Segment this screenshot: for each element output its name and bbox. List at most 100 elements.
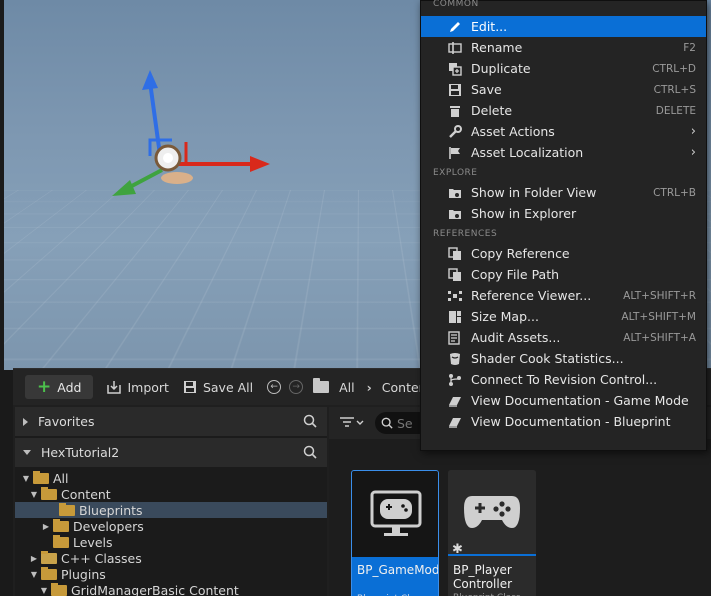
expanded-arrow-icon[interactable]: ▼: [29, 570, 39, 579]
menu-item-size-map[interactable]: Size Map... ALT+SHIFT+M: [421, 306, 706, 327]
menu-item-label: Connect To Revision Control...: [471, 372, 658, 387]
asset-name: BP_GameMode: [357, 563, 439, 577]
folder-icon: [51, 582, 67, 596]
expanded-arrow-icon[interactable]: ▼: [39, 586, 49, 595]
gizmo-y-arrowhead[interactable]: [112, 180, 136, 196]
player-controller-icon: [464, 496, 520, 528]
menu-item-shortcut: F2: [683, 41, 696, 54]
cpp-folder-icon: [41, 550, 57, 564]
asset-tile-bp-player-controller[interactable]: ✱ BP_Player Controller Blueprint Class: [448, 470, 536, 596]
menu-item-view-documentation-blueprint[interactable]: View Documentation - Blueprint: [421, 411, 706, 432]
tree-item-label: C++ Classes: [61, 550, 142, 566]
add-button-label: Add: [57, 379, 82, 395]
menu-item-show-in-explorer[interactable]: Show in Explorer: [421, 203, 706, 224]
menu-item-show-in-folder-view[interactable]: Show in Folder View CTRL+B: [421, 182, 706, 203]
menu-item-shortcut: CTRL+B: [653, 186, 696, 199]
collapsed-arrow-icon[interactable]: ▶: [41, 522, 51, 531]
tree-item-label: Developers: [73, 518, 144, 534]
expand-arrow-icon[interactable]: [23, 417, 28, 426]
tree-item-cpp-classes[interactable]: ▶ C++ Classes: [15, 550, 327, 566]
filter-icon[interactable]: [339, 416, 365, 430]
add-button[interactable]: + Add: [25, 375, 94, 399]
project-section-header[interactable]: HexTutorial2: [15, 438, 327, 467]
asset-name-line1: BP_Player: [453, 563, 512, 577]
menu-section-header-references: REFERENCES: [433, 229, 498, 239]
asset-context-menu: COMMON Edit... Rename F2 Duplicate CTRL+…: [420, 0, 707, 451]
menu-item-rename[interactable]: Rename F2: [421, 37, 706, 58]
menu-item-asset-actions[interactable]: Asset Actions ›: [421, 121, 706, 142]
gizmo-z-arrowhead[interactable]: [142, 70, 158, 90]
tree-item-label: GridManagerBasic Content: [71, 582, 239, 596]
breadcrumb-chevron-icon[interactable]: ›: [367, 380, 372, 395]
forward-button[interactable]: →: [289, 380, 304, 394]
folder-icon: [59, 502, 75, 516]
menu-item-duplicate[interactable]: Duplicate CTRL+D: [421, 58, 706, 79]
revision-control-icon: [447, 373, 463, 387]
menu-item-label: Copy Reference: [471, 246, 570, 261]
tree-item-all[interactable]: ▼ All: [15, 470, 327, 486]
pencil-icon: [447, 20, 463, 34]
tree-item-label: Plugins: [61, 566, 106, 582]
expanded-arrow-icon[interactable]: ▼: [29, 490, 39, 499]
menu-item-label: Show in Explorer: [471, 206, 577, 221]
import-button[interactable]: Import: [107, 380, 169, 395]
menu-section-header-common: COMMON: [433, 0, 479, 9]
search-icon[interactable]: [303, 414, 317, 428]
submenu-arrow-icon: ›: [690, 145, 696, 160]
tree-item-blueprints[interactable]: Blueprints: [15, 502, 327, 518]
size-map-icon: [447, 310, 463, 324]
game-mode-icon: [370, 490, 422, 536]
menu-item-shortcut: CTRL+S: [653, 83, 696, 96]
menu-item-label: Duplicate: [471, 61, 531, 76]
menu-item-reference-viewer[interactable]: Reference Viewer... ALT+SHIFT+R: [421, 285, 706, 306]
gizmo-y-axis[interactable]: [127, 168, 163, 190]
gizmo-x-arrowhead[interactable]: [250, 156, 270, 172]
viewport-frame: [0, 0, 4, 370]
menu-item-copy-reference[interactable]: Copy Reference: [421, 243, 706, 264]
menu-item-view-documentation-game-mode[interactable]: View Documentation - Game Mode: [421, 390, 706, 411]
tree-item-plugins[interactable]: ▼ Plugins: [15, 566, 327, 582]
duplicate-icon: [447, 62, 463, 76]
favorites-section-header[interactable]: Favorites: [15, 407, 327, 436]
folder-icon: [41, 566, 57, 580]
menu-item-save[interactable]: Save CTRL+S: [421, 79, 706, 100]
menu-item-audit-assets[interactable]: Audit Assets... ALT+SHIFT+A: [421, 327, 706, 348]
wrench-icon: [447, 124, 463, 139]
transform-gizmo[interactable]: [100, 60, 280, 210]
menu-item-connect-revision-control[interactable]: Connect To Revision Control...: [421, 369, 706, 390]
save-all-button[interactable]: Save All: [183, 380, 253, 395]
menu-item-label: Asset Actions: [471, 124, 555, 139]
collapsed-arrow-icon[interactable]: ▶: [29, 554, 39, 563]
documentation-icon: [447, 415, 463, 429]
back-button[interactable]: ←: [267, 380, 282, 394]
tree-item-developers[interactable]: ▶ Developers: [15, 518, 327, 534]
menu-section-header-explore: EXPLORE: [433, 168, 478, 178]
expanded-arrow-icon[interactable]: ▼: [21, 474, 31, 483]
shader-icon: [447, 352, 463, 366]
folder-search-icon: [447, 186, 463, 200]
tree-item-gridmanager[interactable]: ▼ GridManagerBasic Content: [15, 582, 327, 596]
search-icon[interactable]: [303, 445, 317, 459]
menu-item-label: Show in Folder View: [471, 185, 597, 200]
forward-arrow-icon: →: [292, 382, 300, 392]
asset-name-line2: Controller: [453, 577, 513, 591]
tree-item-content[interactable]: ▼ Content: [15, 486, 327, 502]
asset-tile-bp-gamemode[interactable]: BP_GameMode Blueprint Class: [351, 470, 439, 596]
tree-item-levels[interactable]: Levels: [15, 534, 327, 550]
tree-item-label: All: [53, 470, 69, 486]
menu-item-label: Audit Assets...: [471, 330, 561, 345]
unsaved-star-icon: ✱: [452, 542, 463, 557]
menu-item-delete[interactable]: Delete DELETE: [421, 100, 706, 121]
audit-icon: [447, 330, 463, 345]
menu-item-shader-cook-statistics[interactable]: Shader Cook Statistics...: [421, 348, 706, 369]
breadcrumb-all[interactable]: All: [339, 380, 355, 395]
menu-item-label: Size Map...: [471, 309, 539, 324]
import-button-label: Import: [127, 379, 169, 395]
rename-icon: [447, 41, 463, 55]
menu-item-asset-localization[interactable]: Asset Localization ›: [421, 142, 706, 163]
collapse-arrow-icon[interactable]: [23, 450, 31, 455]
folder-icon: [313, 378, 330, 393]
menu-item-copy-file-path[interactable]: Copy File Path: [421, 264, 706, 285]
menu-item-shortcut: ALT+SHIFT+A: [623, 331, 696, 344]
menu-item-edit[interactable]: Edit...: [421, 16, 706, 37]
